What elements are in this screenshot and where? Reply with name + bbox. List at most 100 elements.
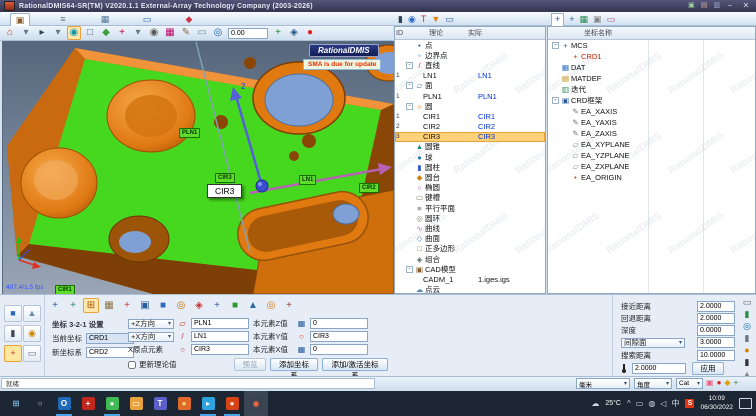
- coord-rotate-orange-icon[interactable]: ◎: [264, 299, 278, 312]
- label-cir3[interactable]: CIR3: [215, 173, 235, 183]
- expander-icon[interactable]: -: [552, 42, 559, 49]
- home-icon[interactable]: ⌂: [4, 27, 16, 39]
- ime-icon[interactable]: 中: [671, 399, 679, 409]
- x-feature-input[interactable]: [191, 331, 249, 342]
- apply-button[interactable]: 应用: [692, 362, 724, 375]
- angle-select[interactable]: 角度▾: [634, 378, 672, 389]
- cat-select[interactable]: Cat▾: [676, 378, 703, 389]
- tray-expand-icon[interactable]: ^: [627, 399, 631, 409]
- x-direction-select[interactable]: +X方向▾: [128, 332, 174, 342]
- coord-cam-icon[interactable]: ▣: [593, 14, 602, 24]
- axes-dropdown-icon[interactable]: ▾: [132, 27, 144, 39]
- label-cir2[interactable]: CIR2: [359, 183, 379, 193]
- feature-row-CIR3[interactable]: 3-CIR3CIR3: [395, 132, 545, 142]
- probe-b-icon[interactable]: ▮: [741, 333, 754, 343]
- axes-icon[interactable]: +: [116, 27, 128, 39]
- marquee-select-icon[interactable]: □: [84, 27, 96, 39]
- probe-a-icon[interactable]: ▮: [741, 309, 754, 319]
- feature-row-圆锥[interactable]: -▲圆锥: [395, 142, 545, 152]
- network-icon[interactable]: ◍: [648, 399, 655, 409]
- expander-icon[interactable]: -: [406, 82, 413, 89]
- update-theoretical-checkbox[interactable]: [128, 361, 136, 369]
- outlook-icon[interactable]: O: [52, 391, 76, 416]
- retract-distance-input[interactable]: [697, 313, 735, 324]
- coord-row-CRD1[interactable]: -+CRD1: [548, 51, 755, 62]
- render-palette-icon[interactable]: ▦: [164, 27, 176, 39]
- units-select[interactable]: 毫米▾: [576, 378, 630, 389]
- search-distance-input[interactable]: [697, 350, 735, 361]
- feature-row-键槽[interactable]: -▭键槽: [395, 193, 545, 203]
- feature-row-曲面[interactable]: -◇曲面: [395, 234, 545, 244]
- cad-import-icon[interactable]: ◆: [100, 27, 112, 39]
- feature-row-直线[interactable]: -/直线: [395, 60, 545, 70]
- sticky-notes-icon[interactable]: S: [685, 399, 694, 408]
- tab-report[interactable]: ≡: [54, 13, 72, 25]
- coord-export-icon[interactable]: ▭: [607, 14, 616, 24]
- coord-label-icon[interactable]: +: [210, 299, 224, 312]
- coord-rotate-icon[interactable]: +: [66, 299, 80, 312]
- viewport-canvas[interactable]: 2 RationalDMIS SMA is due for update 487…: [2, 41, 395, 295]
- z-direction-select[interactable]: +Z方向▾: [128, 319, 174, 329]
- expander-icon[interactable]: -: [406, 266, 413, 273]
- depth-input[interactable]: [697, 325, 735, 336]
- probe-search-icon[interactable]: ◎: [212, 27, 224, 39]
- preview-button[interactable]: 预览: [234, 358, 266, 371]
- view-features-icon[interactable]: ◉: [408, 14, 416, 24]
- feature-row-组合[interactable]: -◈组合: [395, 254, 545, 264]
- telegram-icon[interactable]: ▸: [196, 391, 220, 416]
- feature-row-点云[interactable]: -☁点云: [395, 285, 545, 295]
- search-icon[interactable]: ○: [28, 391, 52, 416]
- coord-row-EA_ZXPLANE[interactable]: -▱EA_ZXPLANE: [548, 161, 755, 172]
- add-activate-coordinate-button[interactable]: 添加/激活坐标系: [322, 358, 388, 371]
- wechat-icon[interactable]: ●: [100, 391, 124, 416]
- feature-row-圆环[interactable]: -◎圆环: [395, 213, 545, 223]
- explorer-icon[interactable]: ▭: [124, 391, 148, 416]
- feature-row-CIR1[interactable]: 1-CIR1CIR1: [395, 111, 545, 121]
- rationaldmis-taskbar-icon[interactable]: ◉: [244, 391, 268, 416]
- notification-icon[interactable]: [739, 398, 752, 409]
- move-tool-icon[interactable]: +: [272, 27, 284, 39]
- coord-row-EA_YAXIS[interactable]: -✎EA_YAXIS: [548, 117, 755, 128]
- coord-row-迭代[interactable]: -▥迭代: [548, 84, 755, 95]
- coord-tab-icon[interactable]: +: [551, 13, 564, 26]
- y-value-input[interactable]: [310, 331, 368, 342]
- coord-321-icon[interactable]: ⊞: [84, 299, 98, 312]
- origin-feature-input[interactable]: [191, 344, 249, 355]
- color-balls-icon[interactable]: ●: [304, 27, 316, 39]
- z-feature-input[interactable]: [191, 318, 249, 329]
- camera-toolbar-icon[interactable]: ▣: [688, 2, 695, 10]
- coord-frame-icon[interactable]: ▣: [138, 299, 152, 312]
- calibrate-plane-button[interactable]: ▲: [23, 305, 41, 322]
- coord-mcs-icon[interactable]: +: [48, 299, 62, 312]
- feature-row-曲线[interactable]: -∿曲线: [395, 223, 545, 233]
- status-red-icon[interactable]: ●: [717, 378, 722, 388]
- expander-icon[interactable]: -: [406, 103, 413, 110]
- clearance-input[interactable]: [697, 337, 735, 348]
- feature-row-圆柱[interactable]: -▮圆柱: [395, 162, 545, 172]
- feature-row-CAD模型[interactable]: -▣CAD模型: [395, 264, 545, 274]
- firefox-icon[interactable]: ●: [172, 391, 196, 416]
- add-coordinate-button[interactable]: 添加坐标系: [270, 358, 318, 371]
- filter-text-icon[interactable]: T: [421, 14, 427, 24]
- record-toolbar-icon[interactable]: ▤: [701, 2, 708, 10]
- taskbar-clock[interactable]: 10:09 06/30/2022: [700, 395, 733, 411]
- coord-row-DAT[interactable]: -▦DAT: [548, 62, 755, 73]
- coord-transform-icon[interactable]: ◈: [192, 299, 206, 312]
- caliper-button[interactable]: ▭: [23, 345, 41, 362]
- delete-icon[interactable]: ▭: [196, 27, 208, 39]
- label-ln1[interactable]: LN1: [299, 175, 316, 185]
- z-value-input[interactable]: [310, 318, 368, 329]
- cursor-dropdown-icon[interactable]: ▾: [52, 27, 64, 39]
- status-multi-icon[interactable]: +: [734, 378, 739, 388]
- feature-row-圆台[interactable]: -◆圆台: [395, 172, 545, 182]
- feature-row-球[interactable]: -●球: [395, 152, 545, 162]
- coord-probe-plane-icon[interactable]: ▲: [246, 299, 260, 312]
- clearance-plane-select[interactable]: 间隙面▾: [621, 338, 685, 348]
- label-pln1[interactable]: PLN1: [179, 128, 200, 138]
- coord-row-EA_YZPLANE[interactable]: -▱EA_YZPLANE: [548, 150, 755, 161]
- feature-row-PLN1[interactable]: 1-PLN1PLN1: [395, 91, 545, 101]
- current-coord-input[interactable]: [86, 333, 134, 344]
- coord-row-CRD框架[interactable]: -▣CRD框架: [548, 95, 755, 106]
- expander-icon[interactable]: -: [406, 62, 413, 69]
- probe-cube-button[interactable]: ■: [4, 305, 22, 322]
